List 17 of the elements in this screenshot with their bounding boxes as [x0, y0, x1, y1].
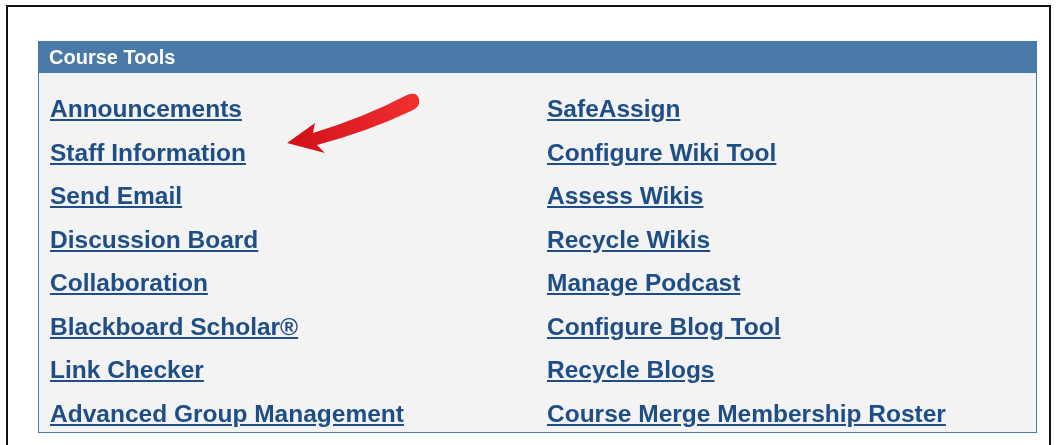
tool-link[interactable]: SafeAssign: [547, 87, 681, 131]
tool-link[interactable]: Link Checker: [50, 348, 204, 392]
tool-link[interactable]: Recycle Wikis: [547, 217, 711, 261]
tool-link[interactable]: Announcements: [50, 87, 242, 131]
tool-link[interactable]: Staff Information: [50, 130, 246, 174]
tool-link[interactable]: Send Email: [50, 174, 183, 218]
tool-link[interactable]: Configure Wiki Tool: [547, 130, 777, 174]
panel-title: Course Tools: [49, 46, 176, 68]
tool-link[interactable]: Discussion Board: [50, 217, 259, 261]
tool-link[interactable]: Manage Podcast: [547, 261, 741, 305]
tool-link[interactable]: Collaboration: [50, 261, 208, 305]
tool-link[interactable]: Assess Wikis: [547, 174, 704, 218]
tool-link[interactable]: Advanced Group Management: [50, 391, 404, 435]
tool-link[interactable]: Course Merge Membership Roster: [547, 391, 946, 435]
tool-link[interactable]: Recycle Blogs: [547, 348, 715, 392]
tool-link[interactable]: Configure Blog Tool: [547, 304, 781, 348]
tool-link[interactable]: Blackboard Scholar®: [50, 304, 299, 348]
